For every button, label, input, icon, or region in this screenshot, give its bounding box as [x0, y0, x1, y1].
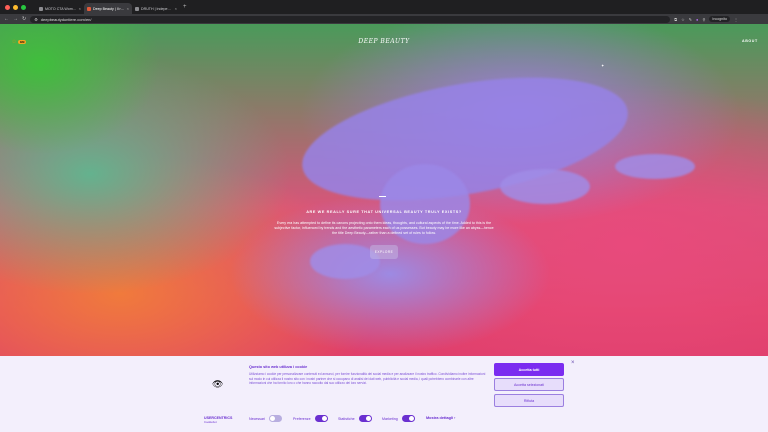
toggle-switch[interactable]	[358, 415, 372, 422]
cookiebot-brand: USERCENTRICS Cookiebot	[204, 416, 232, 424]
puzzle-icon[interactable]: ⚲	[702, 17, 705, 22]
close-window-icon[interactable]	[5, 4, 10, 10]
toggle-switch[interactable]	[314, 415, 328, 422]
cookie-text: Utilizziamo i cookie per personalizzare …	[249, 372, 486, 386]
toggle-switch[interactable]	[268, 415, 282, 422]
decorative-blob	[500, 169, 590, 204]
tab-close-icon[interactable]: ×	[175, 6, 177, 11]
tab-favicon-icon	[39, 6, 43, 11]
tab-druth[interactable]: DRUTH | Independent Studio... ×	[132, 3, 180, 14]
tab-favicon-icon	[87, 6, 91, 11]
close-icon[interactable]: ×	[571, 360, 575, 366]
bookmark-star-icon[interactable]: ☆	[681, 17, 685, 22]
tab-favicon-icon	[135, 6, 139, 11]
language-switcher[interactable]: ✿ EN	[12, 39, 27, 45]
leaf-icon: ✿	[12, 39, 17, 45]
toggle-preferenze[interactable]: Preferenze	[293, 415, 328, 422]
menu-icon[interactable]: ⋮	[734, 17, 738, 22]
extensions-icon[interactable]: ✎	[689, 17, 692, 22]
toggle-marketing[interactable]: Marketing	[382, 415, 415, 422]
url-text: deepbeautyduntiere.com/en/	[40, 16, 92, 22]
tab-close-icon[interactable]: ×	[127, 6, 129, 11]
toggle-statistiche[interactable]: Statistiche	[338, 415, 372, 422]
tab-close-icon[interactable]: ×	[79, 6, 81, 11]
reject-button[interactable]: Rifiuta	[494, 394, 564, 407]
minimize-window-icon[interactable]	[13, 4, 18, 10]
tab-strip: MOTO CTA Womens Shoes + × Deep Beauty | …	[0, 0, 768, 14]
incognito-badge[interactable]: Incognito	[709, 16, 730, 22]
toggle-switch[interactable]	[401, 415, 415, 422]
browser-toolbar: ← → ↻ ⚙ deepbeautyduntiere.com/en/ ⧉ ☆ ✎…	[0, 14, 768, 24]
divider	[379, 196, 386, 197]
accept-all-button[interactable]: Accetta tutti	[494, 363, 564, 376]
eye-icon: 👁	[212, 379, 224, 389]
toggle-label: Preferenze	[293, 416, 311, 421]
toggle-label: Necessari	[249, 416, 265, 421]
about-link[interactable]: ABOUT	[742, 39, 758, 43]
tab-title: DRUTH | Independent Studio...	[141, 6, 173, 11]
toggle-label: Statistiche	[338, 416, 355, 421]
toolbar-icons: ⧉ ☆ ✎ ● ⚲ Incognito ⋮	[674, 16, 738, 22]
translate-icon[interactable]: ⧉	[674, 17, 677, 22]
cookie-banner: 👁 Questo sito web utilizza i cookie Util…	[0, 356, 768, 432]
details-label: Mostra dettagli	[426, 416, 454, 420]
reload-icon[interactable]: ↻	[22, 16, 26, 22]
hero-headline: ARE WE REALLY SURE THAT UNIVERSAL BEAUTY…	[306, 210, 462, 214]
window-controls	[5, 4, 26, 10]
site-logo[interactable]: DEEP BEAUTY	[356, 38, 412, 45]
hero-body: Every era has attempted to define its ca…	[274, 221, 494, 235]
tab-deep-beauty[interactable]: Deep Beauty | Il rischio del... ×	[84, 3, 132, 14]
forward-icon[interactable]: →	[13, 16, 18, 22]
decorative-blob	[615, 154, 695, 179]
chevron-right-icon: ›	[454, 416, 456, 420]
language-pill[interactable]: EN	[18, 40, 27, 44]
address-bar[interactable]: ⚙ deepbeautyduntiere.com/en/	[30, 15, 671, 23]
zoom-window-icon[interactable]	[21, 4, 26, 10]
tab-moto[interactable]: MOTO CTA Womens Shoes + ×	[36, 3, 84, 14]
mouse-cursor-icon: ✦	[601, 63, 605, 68]
profile-icon[interactable]: ●	[696, 17, 698, 22]
browser-window: MOTO CTA Womens Shoes + × Deep Beauty | …	[0, 0, 768, 432]
back-icon[interactable]: ←	[4, 16, 9, 22]
tab-title: Deep Beauty | Il rischio del...	[93, 6, 125, 11]
toggle-necessari[interactable]: Necessari	[249, 415, 282, 422]
cookie-title: Questo sito web utilizza i cookie	[249, 365, 308, 369]
accept-selected-button[interactable]: Accetta selezionati	[494, 378, 564, 391]
explore-button[interactable]: EXPLORE	[370, 245, 398, 259]
site-info-icon[interactable]: ⚙	[34, 17, 38, 22]
toggle-label: Marketing	[382, 416, 398, 421]
new-tab-icon[interactable]: +	[183, 4, 187, 10]
show-details-link[interactable]: Mostra dettagli ›	[426, 416, 455, 420]
brand-sub: Cookiebot	[204, 420, 217, 424]
tab-title: MOTO CTA Womens Shoes +	[45, 6, 77, 11]
